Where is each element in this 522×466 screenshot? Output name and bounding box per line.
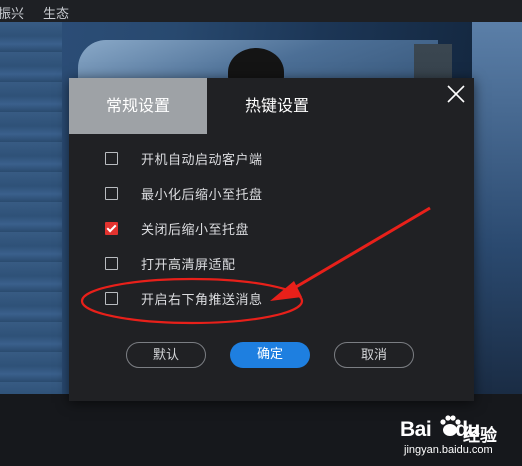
autostart-label: 开机自动启动客户端: [141, 152, 263, 168]
option-minimize-to-tray[interactable]: 最小化后缩小至托盘: [105, 183, 263, 203]
watermark-cn: 经验: [463, 426, 497, 446]
nav-item-zhenxing[interactable]: 振兴: [0, 3, 24, 22]
tab-general-settings[interactable]: 常规设置: [69, 78, 207, 134]
tab-hotkey-settings[interactable]: 热键设置: [207, 78, 347, 134]
hidpi-checkbox[interactable]: [105, 256, 118, 270]
close-to-tray-checkbox[interactable]: [105, 221, 118, 235]
nav-item-shengtai[interactable]: 生态: [43, 3, 69, 22]
minimize-to-tray-checkbox[interactable]: [105, 186, 118, 200]
minimize-to-tray-label: 最小化后缩小至托盘: [141, 187, 263, 203]
background-right-panel: [472, 22, 522, 394]
push-messages-checkbox[interactable]: [105, 291, 118, 305]
push-messages-label: 开启右下角推送消息: [141, 292, 263, 308]
watermark-url: jingyan.baidu.com: [404, 444, 493, 456]
ok-button[interactable]: 确定: [230, 342, 310, 368]
option-hidpi[interactable]: 打开高清屏适配: [105, 253, 236, 273]
autostart-checkbox[interactable]: [105, 151, 118, 165]
close-icon: [447, 85, 465, 103]
default-button[interactable]: 默认: [126, 342, 206, 368]
close-button[interactable]: [444, 82, 468, 106]
background-left-panel: [0, 22, 62, 394]
option-autostart[interactable]: 开机自动启动客户端: [105, 148, 263, 168]
cancel-button[interactable]: 取消: [334, 342, 414, 368]
hidpi-label: 打开高清屏适配: [141, 257, 236, 273]
option-close-to-tray[interactable]: 关闭后缩小至托盘: [105, 218, 249, 238]
settings-dialog: 常规设置 热键设置 开机自动启动客户端 最小化后缩小至托盘 关闭后缩小至托盘 打…: [69, 78, 474, 401]
option-push-messages[interactable]: 开启右下角推送消息: [105, 288, 263, 308]
watermark-brand-prefix: Bai: [400, 418, 432, 441]
top-nav-bar: 振兴 生态: [0, 0, 522, 22]
close-to-tray-label: 关闭后缩小至托盘: [141, 222, 250, 238]
